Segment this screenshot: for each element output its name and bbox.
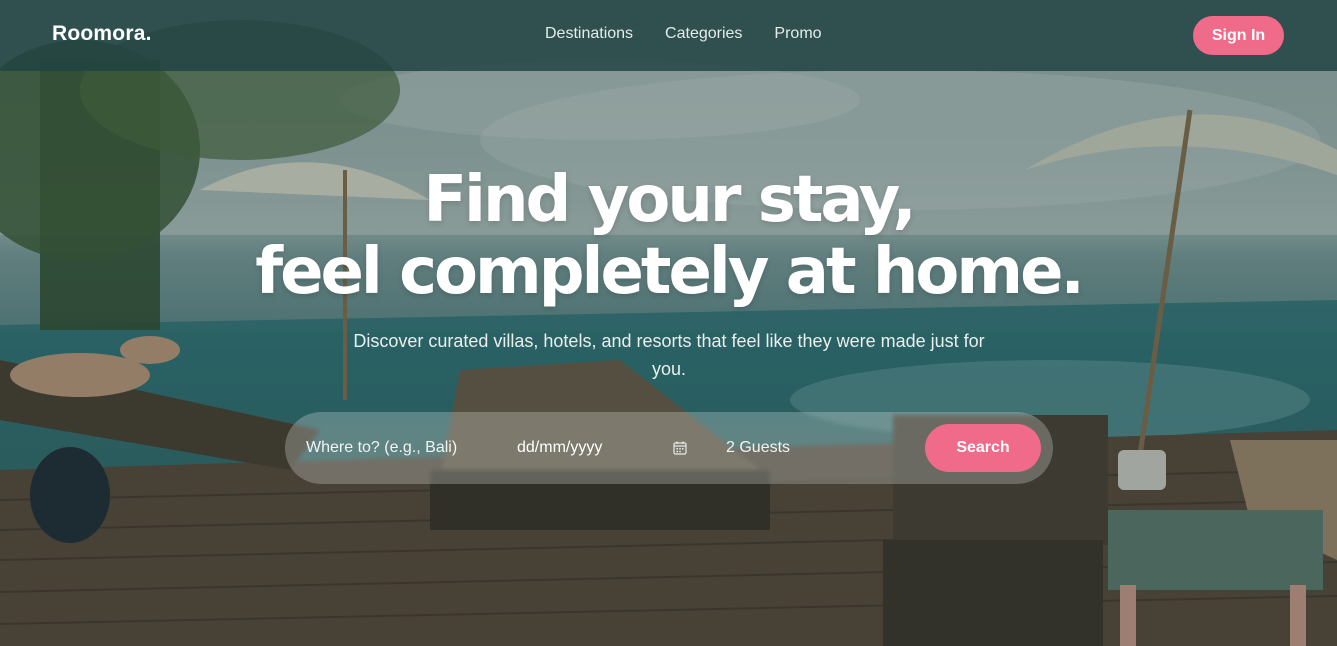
- guests-selector[interactable]: 2 Guests: [726, 439, 866, 457]
- nav-link-categories[interactable]: Categories: [665, 25, 742, 43]
- date-input[interactable]: dd/mm/yyyy: [517, 439, 692, 457]
- nav-link-promo[interactable]: Promo: [774, 25, 821, 43]
- headline-line-1: Find your stay,: [423, 163, 916, 237]
- nav-link-destinations[interactable]: Destinations: [545, 25, 633, 43]
- destination-input[interactable]: [306, 439, 486, 457]
- search-bar: dd/mm/yyyy 2 Guests Search: [285, 412, 1053, 484]
- hero-dark-overlay: [0, 0, 1337, 646]
- date-placeholder: dd/mm/yyyy: [517, 439, 603, 456]
- top-navbar: Roomora. Destinations Categories Promo S…: [0, 0, 1337, 71]
- search-button[interactable]: Search: [925, 424, 1041, 472]
- sign-in-button[interactable]: Sign In: [1193, 16, 1284, 55]
- main-navigation: Destinations Categories Promo: [545, 25, 822, 43]
- calendar-icon[interactable]: [673, 441, 687, 455]
- hero-headline: Find your stay, feel completely at home.: [0, 164, 1337, 308]
- headline-line-2: feel completely at home.: [255, 235, 1085, 309]
- hero-background-image: [0, 0, 1337, 646]
- hero-subtitle: Discover curated villas, hotels, and res…: [353, 331, 985, 379]
- brand-logo[interactable]: Roomora.: [52, 22, 152, 46]
